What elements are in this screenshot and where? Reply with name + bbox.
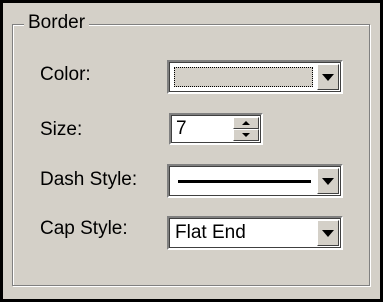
dash-style-dropdown-button[interactable] [317, 168, 339, 194]
group-title: Border [24, 12, 90, 34]
cap-style-label: Cap Style: [40, 218, 128, 239]
border-settings-panel: Border Color: Size: 7 Dash Style: Cap St… [0, 0, 383, 302]
solid-line-sample [178, 180, 311, 183]
chevron-down-icon [322, 229, 334, 237]
color-swatch-area [172, 65, 315, 89]
color-label: Color: [40, 64, 91, 85]
spin-up-icon [242, 121, 250, 125]
color-dropdown-button[interactable] [317, 64, 339, 90]
dash-style-preview [172, 169, 315, 193]
size-increment-button[interactable] [233, 117, 259, 129]
dash-style-label: Dash Style: [40, 169, 138, 190]
color-dropdown[interactable] [167, 60, 343, 94]
color-swatch [174, 67, 313, 87]
cap-style-value: Flat End [175, 222, 246, 243]
size-decrement-button[interactable] [233, 129, 259, 141]
cap-style-dropdown[interactable]: Flat End [167, 216, 343, 250]
cap-style-dropdown-button[interactable] [317, 220, 339, 246]
size-value[interactable]: 7 [176, 118, 187, 140]
dash-style-dropdown[interactable] [167, 164, 343, 198]
size-spinner[interactable]: 7 [169, 113, 263, 145]
chevron-down-icon [322, 177, 334, 185]
size-label: Size: [40, 119, 83, 140]
chevron-down-icon [322, 73, 334, 81]
spin-down-icon [242, 133, 250, 137]
